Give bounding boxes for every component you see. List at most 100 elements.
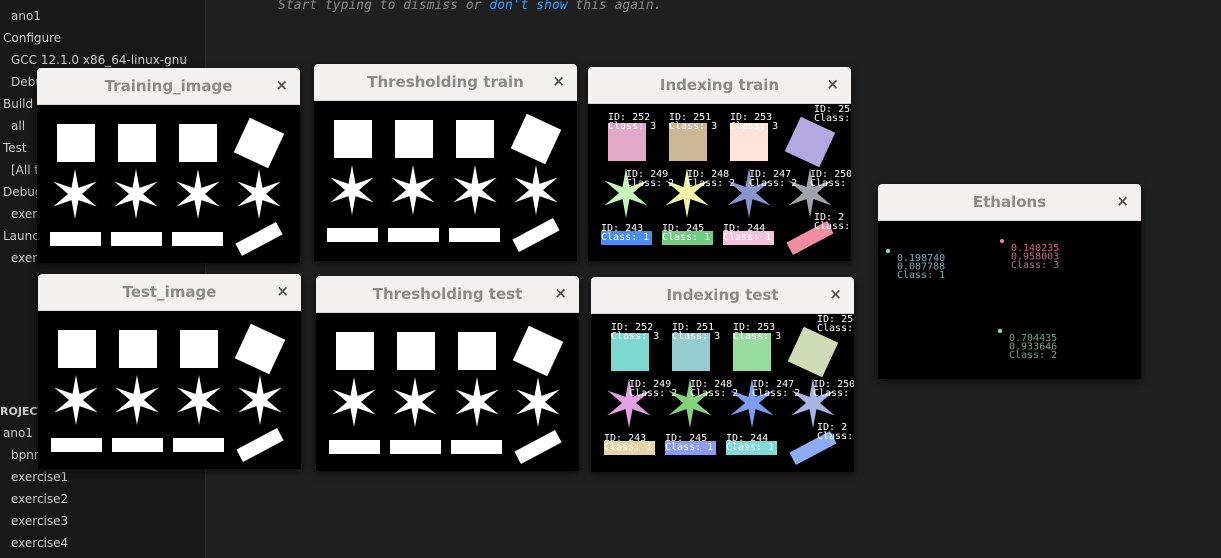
ethalons-window[interactable]: Ethalons × 0.198740 0.087788 Class: 1 0.1402… <box>878 184 1141 379</box>
sidebar-item[interactable]: exercise1 <box>11 470 68 484</box>
window-title: Indexing train <box>659 76 780 94</box>
bar-shape <box>112 438 163 452</box>
sidebar-item[interactable]: exercise3 <box>11 514 68 528</box>
sidebar-item[interactable]: exercise4 <box>11 536 68 550</box>
square-shape <box>336 332 374 370</box>
rotated-square-shape <box>233 117 285 169</box>
canvas-svg: 0.1987400.087788Class: 10.1402350.958003… <box>886 239 1059 361</box>
close-icon[interactable]: × <box>275 76 288 94</box>
bar-shape <box>327 228 378 242</box>
welcome-hint: Start typing to dismiss or don't show th… <box>278 0 662 13</box>
window-title: Indexing test <box>666 286 779 304</box>
image-canvas <box>314 101 577 261</box>
ethalon-point <box>1000 239 1004 243</box>
sidebar-item[interactable]: ano1 <box>3 426 33 440</box>
square-shape <box>180 330 218 368</box>
object-class-label: Class: 3 <box>817 323 854 334</box>
square-shape <box>179 124 217 162</box>
indexing-train-window[interactable]: Indexing train × ID: 252 Class: 3 ID: 251 Cl… <box>588 67 851 261</box>
sidebar-item[interactable]: Launc <box>3 229 39 243</box>
sidebar-item[interactable]: Test <box>3 141 27 155</box>
object-class-label: Class: 2 <box>810 178 851 189</box>
canvas-svg <box>329 325 564 464</box>
rotated-bar-shape <box>514 430 562 464</box>
star-shape <box>177 375 221 425</box>
square-shape <box>118 124 156 162</box>
ethalon-point <box>886 249 890 253</box>
window-titlebar[interactable]: Ethalons × <box>878 184 1141 221</box>
object-class-label: Class: 3 <box>730 121 778 132</box>
dont-show-link[interactable]: don't show <box>489 0 567 13</box>
sidebar-item[interactable]: ano1 <box>11 9 41 23</box>
square-shape <box>397 332 435 370</box>
canvas-svg <box>51 323 286 462</box>
object-class-label: Class: 2 <box>626 178 674 189</box>
training-image-window[interactable]: Training_image × <box>37 68 300 263</box>
star-shape <box>238 375 282 425</box>
object-class-label: Class: 2 <box>687 178 735 189</box>
image-canvas: ID: 252 Class: 3 ID: 251 Class: 3 ID: 253 Cla… <box>591 314 854 472</box>
object-class-label: Class: 2 <box>752 388 800 399</box>
window-titlebar[interactable]: Thresholding train × <box>314 64 577 101</box>
window-titlebar[interactable]: Indexing train × <box>588 67 851 104</box>
sidebar-item[interactable]: [All t <box>11 163 39 177</box>
close-icon[interactable]: × <box>554 284 567 302</box>
image-canvas <box>37 105 300 263</box>
close-icon[interactable]: × <box>552 72 565 90</box>
star-shape <box>516 377 560 427</box>
window-titlebar[interactable]: Test_image × <box>38 274 301 311</box>
sidebar-item[interactable]: Build <box>3 97 33 111</box>
bar-shape <box>388 228 439 242</box>
window-titlebar[interactable]: Thresholding test × <box>316 276 579 313</box>
bar-shape <box>451 440 502 454</box>
bar-shape <box>111 232 162 246</box>
close-icon[interactable]: × <box>1116 192 1129 210</box>
close-icon[interactable]: × <box>829 285 842 303</box>
bar-shape <box>172 232 223 246</box>
object-class-label: Class: 3 <box>672 331 720 342</box>
image-canvas: 0.198740 0.087788 Class: 1 0.140235 0.958003… <box>878 221 1141 379</box>
square-shape <box>458 332 496 370</box>
window-title: Training_image <box>104 77 233 95</box>
object-class-label: Class: 2 <box>749 178 797 189</box>
canvas-svg <box>50 117 285 256</box>
object-class-label: Class: 1 <box>662 232 710 243</box>
close-icon[interactable]: × <box>276 282 289 300</box>
ethalon-point <box>998 329 1002 333</box>
bar-shape <box>50 232 101 246</box>
star-shape <box>453 165 497 215</box>
indexing-test-window[interactable]: Indexing test × ID: 252 Class: 3 ID: 251 Cla… <box>591 277 854 472</box>
window-titlebar[interactable]: Training_image × <box>37 68 300 105</box>
test-image-window[interactable]: Test_image × <box>38 274 301 469</box>
rotated-bar-shape <box>512 218 560 252</box>
object-class-label: Class: 2 <box>690 388 738 399</box>
star-shape <box>330 165 374 215</box>
square-shape <box>456 120 494 158</box>
rotated-bar-shape <box>236 428 284 462</box>
window-title: Ethalons <box>972 193 1047 211</box>
close-icon[interactable]: × <box>826 75 839 93</box>
sidebar-item[interactable]: all <box>11 119 25 133</box>
sidebar-item[interactable]: exercise2 <box>11 492 68 506</box>
sidebar-item[interactable]: Configure <box>3 31 61 45</box>
square-shape <box>57 124 95 162</box>
bar-shape <box>173 438 224 452</box>
canvas-svg <box>327 113 562 252</box>
sidebar-item[interactable]: GCC 12.1.0 x86_64-linux-gnu <box>11 53 187 67</box>
hint-prefix: Start typing to dismiss or <box>278 0 490 13</box>
rotated-square-shape <box>787 326 839 378</box>
square-shape <box>334 120 372 158</box>
sidebar-item[interactable]: bpnn <box>11 448 41 462</box>
object-class-label: Class: 1 <box>723 232 771 243</box>
star-shape <box>53 169 97 219</box>
window-titlebar[interactable]: Indexing test × <box>591 277 854 314</box>
bar-shape <box>449 228 500 242</box>
thresholding-test-window[interactable]: Thresholding test × <box>316 276 579 471</box>
square-shape <box>119 330 157 368</box>
rotated-bar-shape <box>235 222 283 256</box>
object-class-label: Class: 1 <box>726 442 774 453</box>
object-class-label: Class: 3 <box>608 121 656 132</box>
thresholding-train-window[interactable]: Thresholding train × <box>314 64 577 261</box>
image-canvas <box>38 311 301 469</box>
window-title: Thresholding test <box>372 285 523 303</box>
